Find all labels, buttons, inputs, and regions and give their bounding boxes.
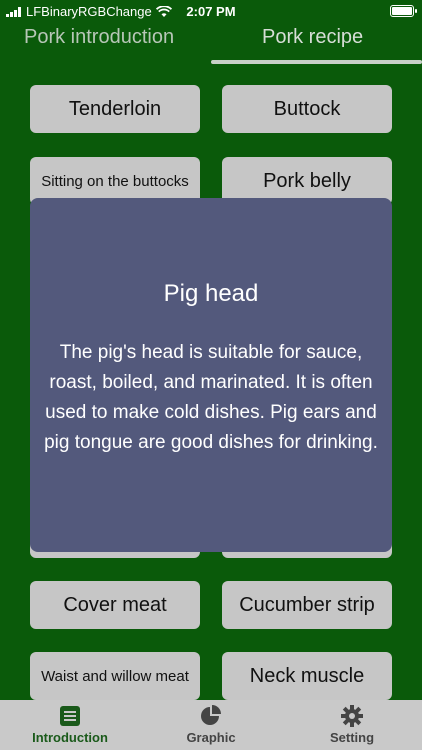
gear-icon — [341, 705, 363, 727]
cut-button-cucumber-strip[interactable]: Cucumber strip — [222, 581, 392, 629]
bottom-tab-bar: Introduction Graphic Setting — [0, 700, 422, 750]
tabbar-label-introduction: Introduction — [32, 730, 108, 745]
tab-selected-indicator — [211, 60, 422, 64]
tabbar-item-graphic[interactable]: Graphic — [141, 704, 281, 745]
tabbar-label-setting: Setting — [329, 730, 375, 745]
dialog-title: Pig head — [163, 280, 259, 307]
top-tabs: Pork introduction Pork recipe — [0, 22, 422, 68]
pie-chart-icon — [201, 705, 221, 725]
status-time: 2:07 PM — [186, 4, 236, 19]
cut-button-cover-meat[interactable]: Cover meat — [30, 581, 200, 629]
cut-button-tenderloin[interactable]: Tenderloin — [30, 85, 200, 133]
cut-button-neck-muscle[interactable]: Neck muscle — [222, 652, 392, 700]
cut-button-waist-willow-meat[interactable]: Waist and willow meat — [30, 652, 200, 700]
list-icon — [60, 706, 80, 726]
dialog-body: The pig's head is suitable for sauce, ro… — [44, 342, 378, 453]
tab-pork-introduction[interactable]: Pork introduction — [24, 26, 174, 49]
tabbar-item-setting[interactable]: Setting — [282, 704, 422, 745]
tabbar-item-introduction[interactable]: Introduction — [0, 704, 140, 745]
tabbar-label-graphic: Graphic — [186, 730, 236, 745]
cut-button-buttock[interactable]: Buttock — [222, 85, 392, 133]
battery-icon — [390, 5, 417, 17]
tab-pork-recipe[interactable]: Pork recipe — [262, 26, 363, 49]
cut-detail-dialog[interactable]: Pig head The pig's head is suitable for … — [30, 198, 392, 552]
status-bar: LFBinaryRGBChange 2:07 PM — [0, 0, 422, 22]
